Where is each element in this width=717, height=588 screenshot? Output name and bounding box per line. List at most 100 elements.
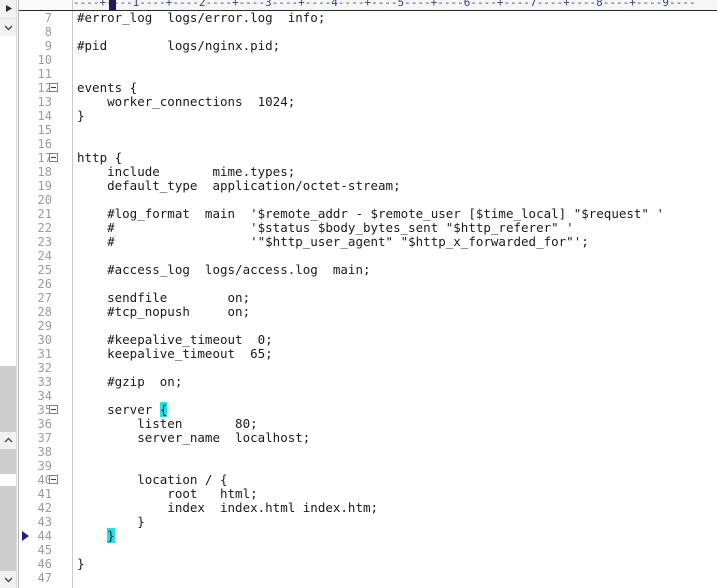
fold-collapse-icon[interactable] bbox=[49, 83, 58, 92]
code-line[interactable] bbox=[74, 53, 717, 67]
gutter-row[interactable]: 34 bbox=[19, 389, 72, 403]
code-editor[interactable]: ----+----1----+----2----+----3----+----4… bbox=[18, 0, 717, 588]
code-line[interactable] bbox=[74, 361, 717, 375]
code-line[interactable] bbox=[74, 67, 717, 81]
code-line[interactable]: } bbox=[74, 515, 717, 529]
gutter-row[interactable]: 10 bbox=[19, 53, 72, 67]
gutter-row[interactable]: 25 bbox=[19, 263, 72, 277]
fold-collapse-icon[interactable] bbox=[49, 475, 58, 484]
gutter-row[interactable]: 36 bbox=[19, 417, 72, 431]
gutter-row[interactable]: 20 bbox=[19, 193, 72, 207]
scrollbar-thumb-upper[interactable] bbox=[0, 366, 16, 474]
gutter-row[interactable]: 12 bbox=[19, 81, 72, 95]
gutter-row[interactable]: 19 bbox=[19, 179, 72, 193]
gutter-row[interactable]: 30 bbox=[19, 333, 72, 347]
gutter-row[interactable]: 43 bbox=[19, 515, 72, 529]
code-line[interactable]: #tcp_nopush on; bbox=[74, 305, 717, 319]
gutter-row[interactable]: 42 bbox=[19, 501, 72, 515]
code-line[interactable]: root html; bbox=[74, 487, 717, 501]
chevron-down-icon[interactable] bbox=[0, 18, 16, 36]
fold-collapse-icon[interactable] bbox=[49, 405, 58, 414]
scrollbar-track[interactable] bbox=[0, 36, 16, 574]
triangle-right-icon[interactable] bbox=[0, 0, 16, 17]
code-line[interactable]: } bbox=[74, 109, 717, 123]
code-line[interactable] bbox=[74, 277, 717, 291]
code-line[interactable]: #keepalive_timeout 0; bbox=[74, 333, 717, 347]
line-number: 32 bbox=[37, 361, 52, 375]
gutter-row[interactable]: 38 bbox=[19, 445, 72, 459]
code-line[interactable] bbox=[74, 389, 717, 403]
code-line[interactable]: location / { bbox=[74, 473, 717, 487]
code-line[interactable] bbox=[74, 319, 717, 333]
outer-scrollbar[interactable] bbox=[0, 0, 17, 588]
code-line[interactable]: #log_format main '$remote_addr - $remote… bbox=[74, 207, 717, 221]
gutter-row[interactable]: 8 bbox=[19, 25, 72, 39]
code-line[interactable]: } bbox=[74, 528, 717, 543]
gutter-row[interactable]: 32 bbox=[19, 361, 72, 375]
code-line[interactable]: server { bbox=[74, 402, 717, 417]
code-line[interactable]: default_type application/octet-stream; bbox=[74, 179, 717, 193]
gutter-row[interactable]: 45 bbox=[19, 543, 72, 557]
gutter-row[interactable]: 39 bbox=[19, 459, 72, 473]
code-line[interactable]: #pid logs/nginx.pid; bbox=[74, 39, 717, 53]
gutter-row[interactable]: 31 bbox=[19, 347, 72, 361]
code-line[interactable]: } bbox=[74, 557, 717, 571]
gutter-row[interactable]: 27 bbox=[19, 291, 72, 305]
gutter-row[interactable]: 28 bbox=[19, 305, 72, 319]
code-text-area[interactable]: #error_log logs/error.log info; #pid logs… bbox=[74, 11, 717, 588]
code-line[interactable]: index index.html index.htm; bbox=[74, 501, 717, 515]
gutter-row[interactable]: 46 bbox=[19, 557, 72, 571]
code-line[interactable]: # '"$http_user_agent" "$http_x_forwarded… bbox=[74, 235, 717, 249]
scrollbar-thumb-lower[interactable] bbox=[0, 486, 16, 574]
gutter-row[interactable]: 18 bbox=[19, 165, 72, 179]
gutter-row[interactable]: 47 bbox=[19, 571, 72, 585]
code-line[interactable]: #gzip on; bbox=[74, 375, 717, 389]
gutter-row[interactable]: 41 bbox=[19, 487, 72, 501]
code-line[interactable] bbox=[74, 249, 717, 263]
gutter-row[interactable]: 24 bbox=[19, 249, 72, 263]
code-line[interactable] bbox=[74, 137, 717, 151]
chevron-down-icon-bottom[interactable] bbox=[0, 571, 16, 588]
line-number: 34 bbox=[37, 389, 52, 403]
code-line[interactable]: keepalive_timeout 65; bbox=[74, 347, 717, 361]
gutter-row[interactable]: 33 bbox=[19, 375, 72, 389]
code-line[interactable]: listen 80; bbox=[74, 417, 717, 431]
gutter-row[interactable]: 14 bbox=[19, 109, 72, 123]
gutter-row[interactable]: 40 bbox=[19, 473, 72, 487]
gutter-row[interactable]: 44 bbox=[19, 529, 72, 543]
code-line[interactable] bbox=[74, 445, 717, 459]
code-line[interactable]: sendfile on; bbox=[74, 291, 717, 305]
gutter-row[interactable]: 11 bbox=[19, 67, 72, 81]
gutter-row[interactable]: 37 bbox=[19, 431, 72, 445]
code-line[interactable] bbox=[74, 25, 717, 39]
chevron-up-icon[interactable] bbox=[0, 432, 16, 449]
code-line[interactable] bbox=[74, 459, 717, 473]
code-line[interactable] bbox=[74, 571, 717, 585]
gutter-row[interactable]: 15 bbox=[19, 123, 72, 137]
gutter-row[interactable]: 23 bbox=[19, 235, 72, 249]
gutter-row[interactable]: 26 bbox=[19, 277, 72, 291]
gutter-row[interactable]: 13 bbox=[19, 95, 72, 109]
gutter-row[interactable]: 17 bbox=[19, 151, 72, 165]
code-line[interactable]: events { bbox=[74, 81, 717, 95]
code-line[interactable] bbox=[74, 123, 717, 137]
line-number: 37 bbox=[37, 431, 52, 445]
gutter-row[interactable]: 29 bbox=[19, 319, 72, 333]
fold-collapse-icon[interactable] bbox=[49, 153, 58, 162]
gutter-row[interactable]: 22 bbox=[19, 221, 72, 235]
gutter-row[interactable]: 16 bbox=[19, 137, 72, 151]
code-line[interactable]: worker_connections 1024; bbox=[74, 95, 717, 109]
code-line[interactable]: include mime.types; bbox=[74, 165, 717, 179]
code-line[interactable] bbox=[74, 193, 717, 207]
gutter-row[interactable]: 21 bbox=[19, 207, 72, 221]
gutter-row[interactable]: 35 bbox=[19, 403, 72, 417]
code-line[interactable]: #access_log logs/access.log main; bbox=[74, 263, 717, 277]
code-line[interactable]: http { bbox=[74, 151, 717, 165]
line-number-gutter[interactable]: 7 8 9 10 11 12 13 14 15 16 17 18 19 20 21 22 23 24 25 26 27 2… bbox=[19, 11, 73, 588]
code-line[interactable]: server_name localhost; bbox=[74, 431, 717, 445]
code-line[interactable]: # '$status $body_bytes_sent "$http_refer… bbox=[74, 221, 717, 235]
gutter-row[interactable]: 7 bbox=[19, 11, 72, 25]
code-line[interactable]: #error_log logs/error.log info; bbox=[74, 11, 717, 25]
gutter-row[interactable]: 9 bbox=[19, 39, 72, 53]
code-line[interactable] bbox=[74, 543, 717, 557]
